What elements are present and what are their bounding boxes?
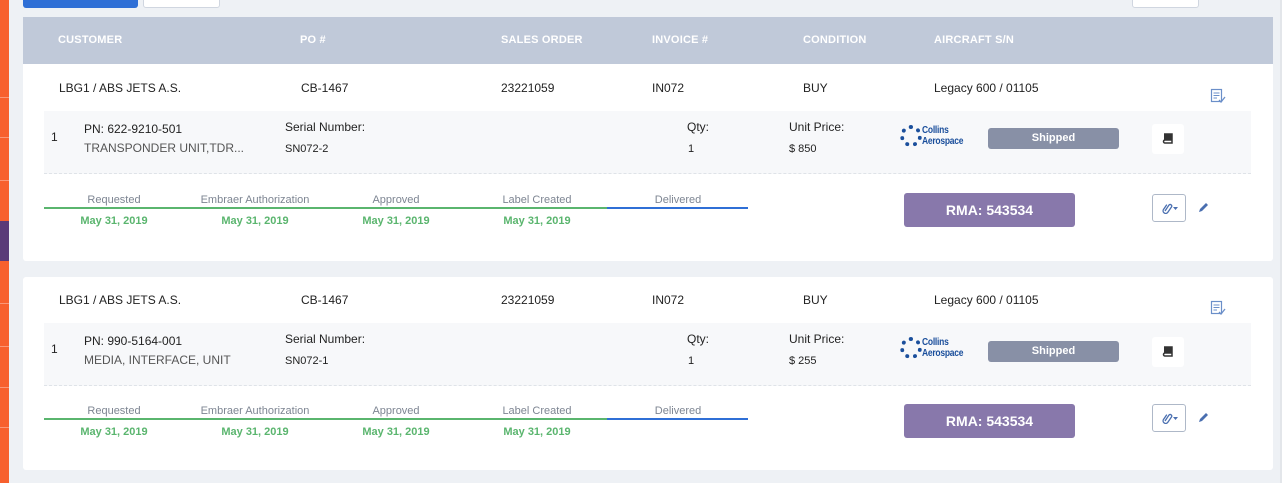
order-card: LBG1 / ABS JETS A.S. CB-1467 23221059 IN… [23,64,1273,261]
timeline-step-label: Label Created [502,194,572,206]
book-icon [1162,133,1173,144]
timeline-step-label: Label Created [502,405,572,417]
timeline-step-label: Requested [87,194,141,206]
attachment-dropdown-button[interactable] [1152,404,1186,432]
paperclip-icon [1162,203,1173,214]
header-po: PO # [300,34,326,46]
item-part-number: PN: 990-5164-001 [84,334,183,348]
line-item: 1 PN: 622-9210-501 TRANSPONDER UNIT,TDR.… [44,111,1251,174]
timeline-step-date: May 31, 2019 [221,426,289,438]
rma-button[interactable]: RMA: 543534 [904,193,1075,227]
top-secondary-button[interactable] [143,0,220,8]
timeline-step-label: Delivered [654,194,702,206]
timeline-step-label: Approved [372,405,420,417]
timeline-step-label: Embraer Authorization [200,405,310,417]
collins-aerospace-logo: Collins Aerospace [900,337,980,361]
chevron-down-icon [1173,207,1178,210]
item-index: 1 [51,342,58,356]
item-qty: 1 [688,355,695,367]
item-price: $ 255 [789,355,817,367]
order-condition: BUY [803,81,828,95]
item-part-number: PN: 622-9210-501 [84,122,183,136]
header-condition: CONDITION [803,34,867,46]
left-accent-strip [0,0,9,483]
item-serial: SN072-1 [285,355,329,367]
header-customer: CUSTOMER [58,34,123,46]
item-qty: 1 [688,143,695,155]
collins-aerospace-logo: Collins Aerospace [900,125,980,149]
chevron-down-icon [1173,417,1178,420]
left-strip-active-marker [0,221,9,261]
book-button[interactable] [1152,124,1184,154]
checklist-icon[interactable] [1210,300,1226,316]
item-serial-label: Serial Number: [285,120,366,134]
progress-timeline: Requested May 31, 2019 Embraer Authoriza… [44,194,748,254]
item-serial-label: Serial Number: [285,332,366,346]
timeline-step-label: Requested [87,405,141,417]
item-price-label: Unit Price: [789,120,845,134]
status-badge: Shipped [988,341,1119,362]
order-aircraft: Legacy 600 / 01105 [934,81,1039,95]
status-badge: Shipped [988,128,1119,149]
timeline-step-label: Embraer Authorization [200,194,310,206]
timeline-step-date: May 31, 2019 [80,215,148,227]
header-aircraft: AIRCRAFT S/N [934,34,1015,46]
order-invoice: IN072 [652,293,685,307]
order-customer: LBG1 / ABS JETS A.S. [59,293,182,307]
checklist-icon[interactable] [1210,88,1226,104]
progress-timeline: Requested May 31, 2019 Embraer Authoriza… [44,405,748,465]
pencil-icon[interactable] [1196,411,1210,425]
timeline-step-date: May 31, 2019 [503,426,571,438]
timeline-step-date: May 31, 2019 [221,215,289,227]
item-index: 1 [51,130,58,144]
item-price: $ 850 [789,143,817,155]
rma-button[interactable]: RMA: 543534 [904,404,1075,438]
order-sales-order: 23221059 [501,293,555,307]
timeline-step-label: Approved [372,194,420,206]
item-qty-label: Qty: [687,120,710,134]
timeline-step-date: May 31, 2019 [362,215,430,227]
header-invoice: INVOICE # [652,34,709,46]
order-card: LBG1 / ABS JETS A.S. CB-1467 23221059 IN… [23,277,1273,470]
item-qty-label: Qty: [687,332,710,346]
timeline-step-date: May 31, 2019 [80,426,148,438]
order-condition: BUY [803,293,828,307]
item-serial: SN072-2 [285,143,329,155]
order-customer: LBG1 / ABS JETS A.S. [59,81,182,95]
line-item: 1 PN: 990-5164-001 MEDIA, INTERFACE, UNI… [44,323,1251,386]
item-description: MEDIA, INTERFACE, UNIT [84,353,231,367]
order-invoice: IN072 [652,81,685,95]
top-right-button[interactable] [1132,0,1199,8]
paperclip-icon [1162,413,1173,424]
timeline-step-date: May 31, 2019 [362,426,430,438]
top-primary-button[interactable] [23,0,138,8]
header-sales-order: SALES ORDER [501,34,583,46]
order-aircraft: Legacy 600 / 01105 [934,293,1039,307]
order-po: CB-1467 [301,293,349,307]
timeline-step-label: Delivered [654,405,702,417]
book-button[interactable] [1152,337,1184,367]
book-icon [1162,346,1173,357]
item-price-label: Unit Price: [789,332,845,346]
attachment-dropdown-button[interactable] [1152,194,1186,222]
pencil-icon[interactable] [1196,201,1210,215]
order-po: CB-1467 [301,81,349,95]
item-description: TRANSPONDER UNIT,TDR... [84,141,245,155]
order-sales-order: 23221059 [501,81,555,95]
table-header: CUSTOMER PO # SALES ORDER INVOICE # COND… [23,17,1273,64]
timeline-step-date: May 31, 2019 [503,215,571,227]
